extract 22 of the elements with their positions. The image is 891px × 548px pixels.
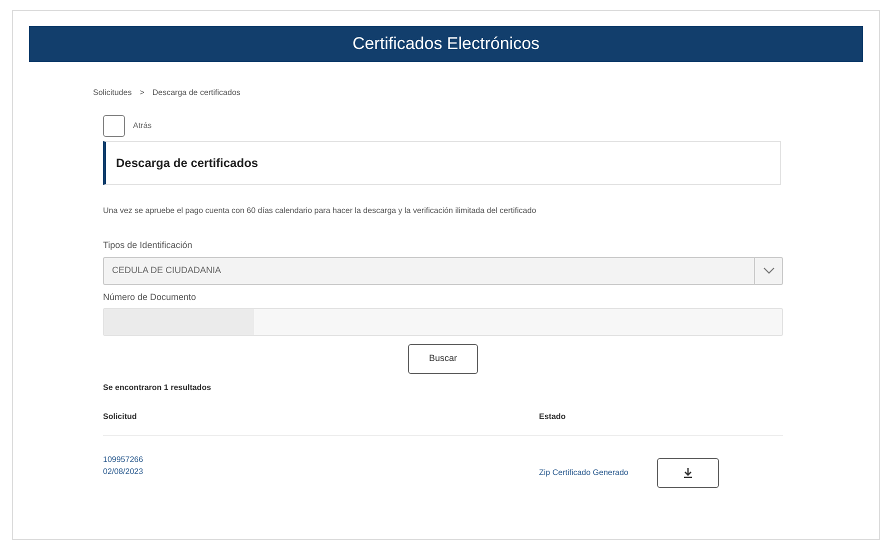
breadcrumb-item: Descarga de certificados bbox=[152, 87, 240, 99]
download-button[interactable] bbox=[657, 458, 719, 488]
column-header: Estado bbox=[539, 411, 566, 423]
results-count: Se encontraron 1 resultados bbox=[103, 382, 212, 394]
notice-text: Una vez se apruebe el pago cuenta con 60 días calendario para hacer la descarga y la verificación ilimitada del certificado bbox=[103, 205, 538, 217]
document-number-field[interactable] bbox=[103, 308, 783, 336]
download-icon bbox=[684, 468, 692, 478]
field-label: Número de Documento bbox=[103, 290, 198, 304]
breadcrumb-separator: > bbox=[140, 87, 144, 99]
request-date: 02/08/2023 bbox=[103, 466, 144, 478]
breadcrumb-item[interactable]: Solicitudes bbox=[93, 87, 132, 99]
page-title: Certificados Electrónicos bbox=[352, 33, 540, 56]
section-title: Descarga de certificados bbox=[116, 155, 258, 172]
id-type-select[interactable]: CEDULA DE CIUDADANIA bbox=[103, 256, 783, 284]
chevron-down-icon bbox=[762, 266, 774, 274]
back-label: Atrás bbox=[133, 120, 152, 132]
field-label: Tipos de Identificación bbox=[103, 239, 194, 252]
request-number[interactable]: 109957266 bbox=[103, 454, 539, 466]
search-button[interactable]: Buscar bbox=[408, 344, 478, 374]
column-header: Solicitud bbox=[103, 411, 138, 423]
status-text: Zip Certificado Generado bbox=[539, 467, 630, 479]
back-button[interactable] bbox=[103, 115, 125, 137]
